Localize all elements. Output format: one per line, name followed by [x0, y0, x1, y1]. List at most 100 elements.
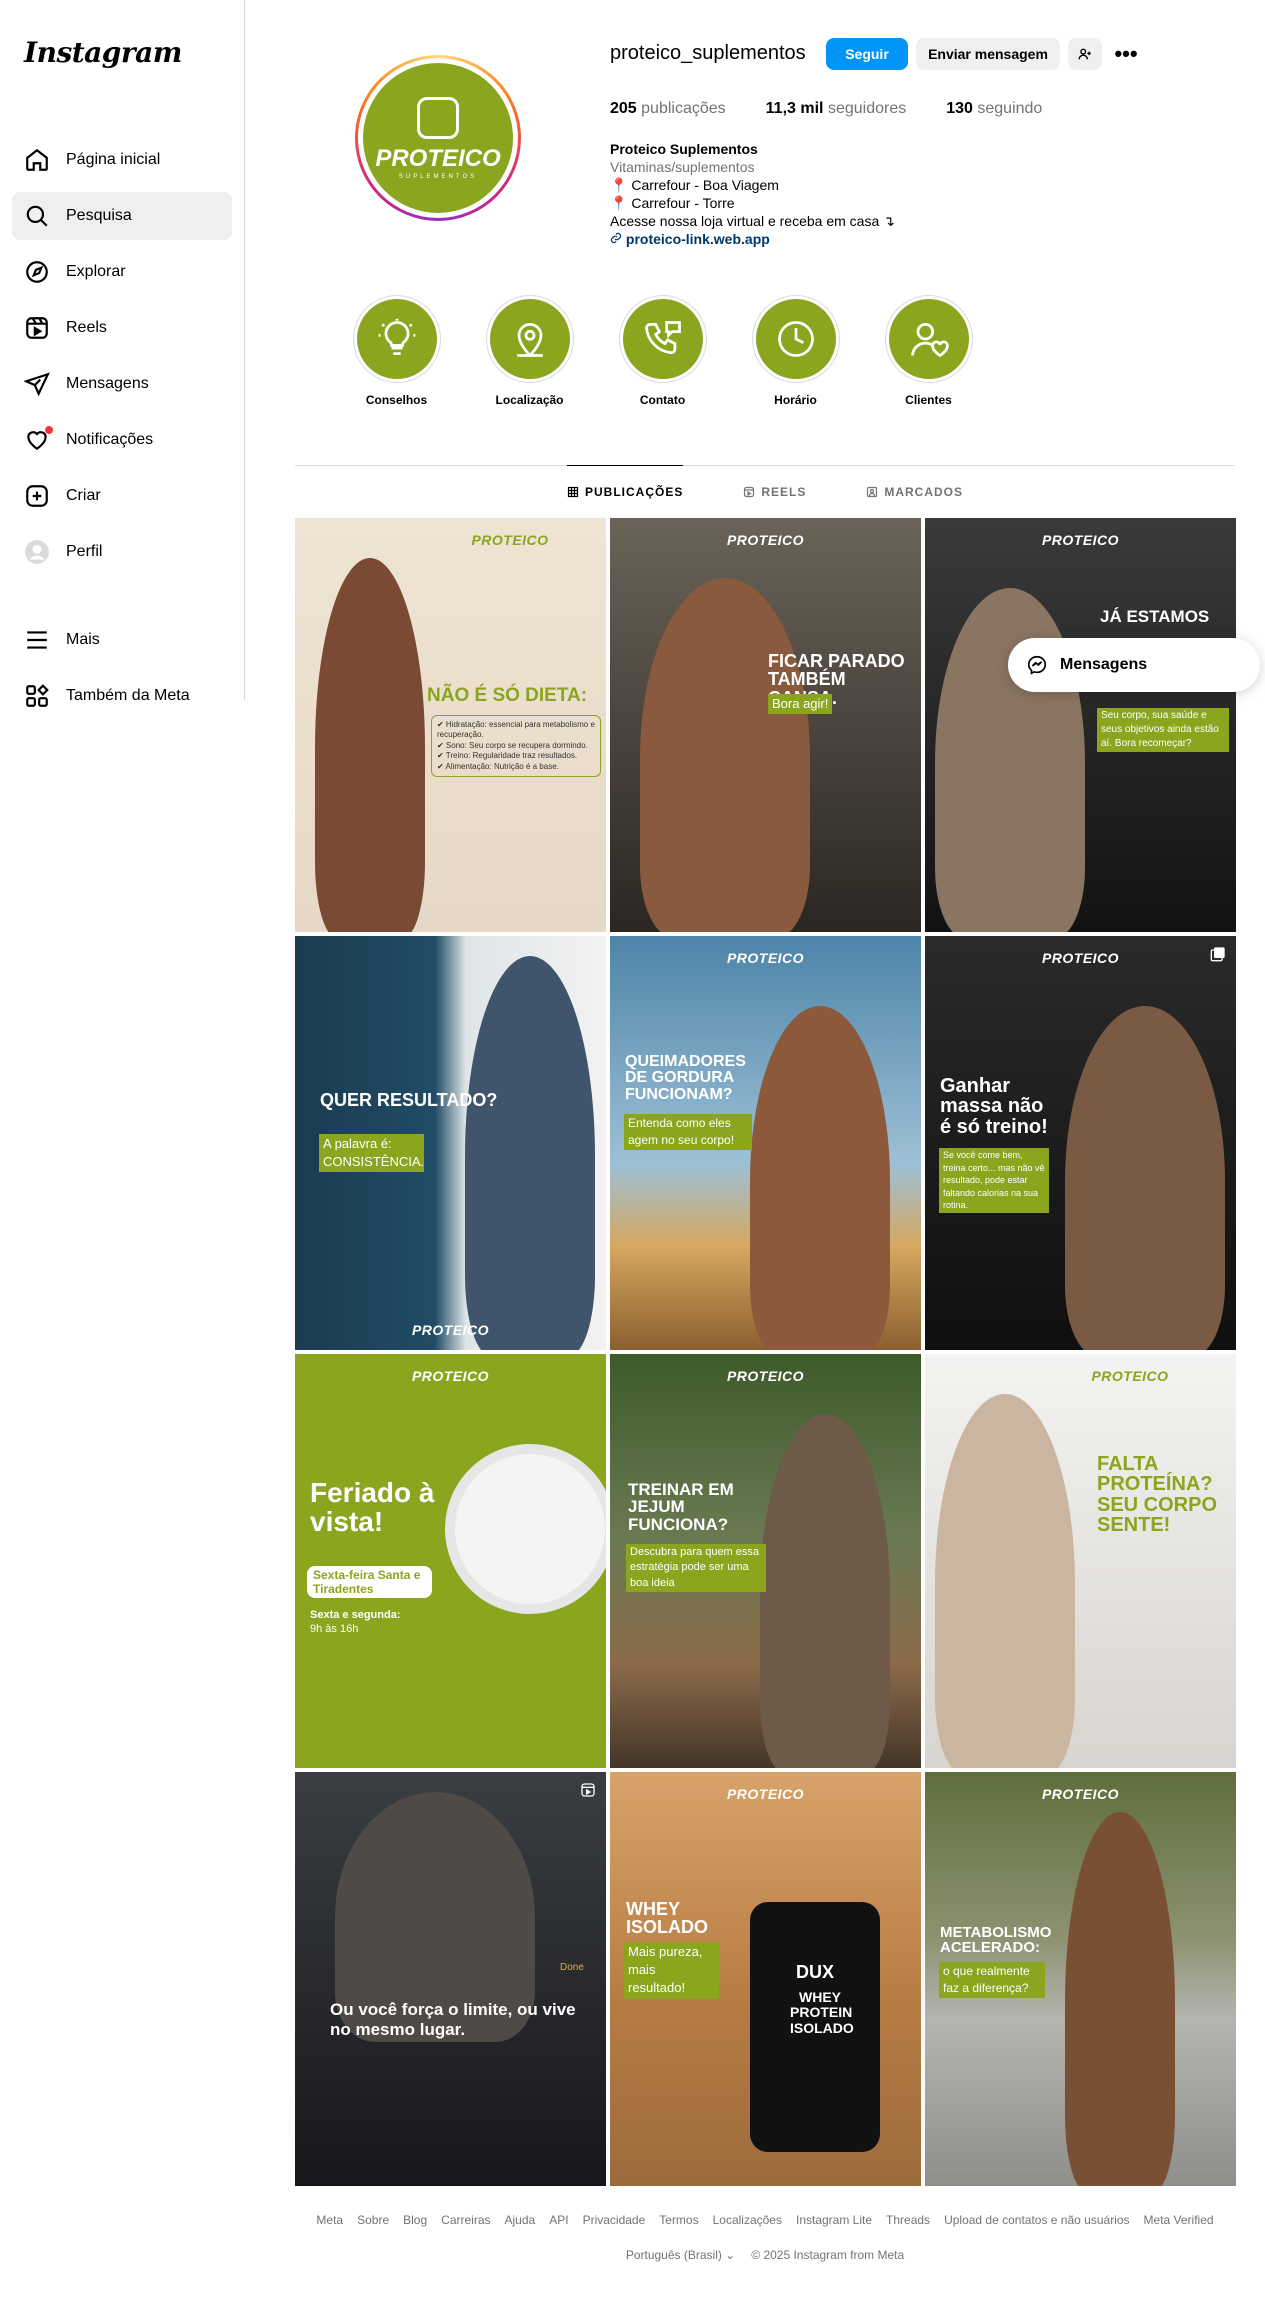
highlight-label: Clientes [905, 393, 952, 407]
post-headline: FALTA PROTEÍNA? SEU CORPO SENTE! [1097, 1453, 1218, 1537]
sidebar-item-profile[interactable]: Perfil [12, 528, 232, 576]
post-tile[interactable]: DUX WHEY PROTEIN ISOLADO PROTEICO WHEY I… [610, 1772, 921, 2186]
post-brand: PROTEICO [726, 1786, 805, 1802]
avatar-brand: PROTEICO [375, 144, 501, 172]
pin-icon: 📍 [610, 177, 628, 193]
messages-floating-button[interactable]: Mensagens [1008, 638, 1260, 692]
footer-link[interactable]: Sobre [357, 2213, 389, 2227]
highlight-horario[interactable]: Horário [729, 295, 862, 407]
footer-link[interactable]: Blog [403, 2213, 427, 2227]
sidebar-item-reels[interactable]: Reels [12, 304, 232, 352]
post-brand: PROTEICO [1041, 532, 1120, 548]
follow-button[interactable]: Seguir [826, 38, 908, 70]
tab-reels[interactable]: REELS [743, 466, 806, 518]
post-tile[interactable]: PROTEICO TREINAR EM JEJUM FUNCIONA? Desc… [610, 1354, 921, 1768]
sidebar: Instagram Página inicial Pesquisa Explor… [0, 0, 245, 707]
post-tile[interactable]: PROTEICO Feriado à vista! Sexta-feira Sa… [295, 1354, 606, 1768]
man-drinking-water-photo [760, 1414, 890, 1768]
home-icon [26, 148, 48, 171]
messenger-icon [1027, 655, 1047, 675]
footer-link[interactable]: Privacidade [583, 2213, 646, 2227]
footer-link[interactable]: Meta Verified [1144, 2213, 1214, 2227]
lightbulb-icon [378, 318, 415, 356]
grid-icon [567, 486, 579, 497]
bio-link[interactable]: proteico-link.web.app [610, 230, 895, 248]
post-headline: Ganhar massa não é só treino! [940, 1075, 1048, 1138]
notification-dot [45, 426, 53, 434]
sidebar-item-notifications[interactable]: Notificações [12, 416, 232, 464]
post-headline: QUEIMADORES DE GORDURA FUNCIONAM? [625, 1053, 746, 1103]
footer-links: Meta Sobre Blog Carreiras Ajuda API Priv… [295, 2213, 1235, 2227]
product-brand: DUX [795, 1962, 834, 1982]
send-message-button[interactable]: Enviar mensagem [916, 38, 1060, 70]
reels-icon [26, 317, 48, 339]
suggested-accounts-button[interactable] [1068, 38, 1102, 70]
sidebar-item-also-from-meta[interactable]: Também da Meta [12, 672, 232, 720]
sidebar-item-label: Mais [66, 631, 100, 648]
man-boxing-photo [465, 956, 595, 1350]
post-tile[interactable]: PROTEICO JÁ ESTAMOS Seu corpo, sua saúde… [925, 518, 1236, 932]
post-brand: PROTEICO [726, 1368, 805, 1384]
footer-link[interactable]: Threads [886, 2213, 930, 2227]
post-done-label: Done [560, 1962, 584, 1973]
sidebar-item-label: Explorar [66, 263, 126, 280]
footer-link[interactable]: Meta [316, 2213, 343, 2227]
footer-link[interactable]: Localizações [713, 2213, 782, 2227]
sidebar-item-more[interactable]: Mais [12, 616, 232, 664]
highlight-conselhos[interactable]: Conselhos [330, 295, 463, 407]
footer-link[interactable]: Instagram Lite [796, 2213, 872, 2227]
sidebar-item-explore[interactable]: Explorar [12, 248, 232, 296]
followers-stat[interactable]: 11,3 mil seguidores [766, 100, 907, 118]
post-tile[interactable]: Done Ou você força o limite, ou vive no … [295, 1772, 606, 2186]
post-tile[interactable]: QUER RESULTADO? A palavra é: CONSISTÊNCI… [295, 936, 606, 1350]
profile-stats: 205 publicações 11,3 mil seguidores 130 … [610, 100, 1042, 118]
post-brand: PROTEICO [726, 950, 805, 966]
bio-line: Acesse nossa loja virtual e receba em ca… [610, 213, 895, 229]
post-tile[interactable]: PROTEICO QUEIMADORES DE GORDURA FUNCIONA… [610, 936, 921, 1350]
woman-lifting-weight-photo [1065, 1006, 1225, 1350]
footer-link[interactable]: Ajuda [505, 2213, 536, 2227]
sidebar-item-messages[interactable]: Mensagens [12, 360, 232, 408]
instagram-logo[interactable]: Instagram [12, 36, 232, 96]
highlight-clientes[interactable]: Clientes [862, 295, 995, 407]
posts-stat: 205 publicações [610, 100, 726, 117]
sidebar-item-home[interactable]: Página inicial [12, 136, 232, 184]
search-icon [26, 205, 48, 227]
footer-link[interactable]: Termos [659, 2213, 698, 2227]
post-tile[interactable]: PROTEICO FALTA PROTEÍNA? SEU CORPO SENTE… [925, 1354, 1236, 1768]
footer-link[interactable]: API [549, 2213, 568, 2227]
options-more-button[interactable]: ••• [1110, 38, 1142, 70]
language-selector[interactable]: Português (Brasil) ⌄ [626, 2248, 735, 2262]
footer-link[interactable]: Carreiras [441, 2213, 490, 2227]
sidebar-item-search[interactable]: Pesquisa [12, 192, 232, 240]
reel-icon [581, 1783, 595, 1797]
post-headline: JÁ ESTAMOS [1100, 607, 1210, 626]
bio-line: 📍 Carrefour - Torre [610, 195, 735, 211]
highlight-contato[interactable]: Contato [596, 295, 729, 407]
profile-username: proteico_suplementos [610, 42, 806, 64]
woman-running-photo [750, 1006, 890, 1350]
phone-chat-icon [644, 321, 681, 355]
post-tile[interactable]: PROTEICO NÃO É SÓ DIETA: ✔ Hidratação: e… [295, 518, 606, 932]
post-tile[interactable]: PROTEICO METABOLISMO ACELERADO: o que re… [925, 1772, 1236, 2186]
tab-publicacoes[interactable]: PUBLICAÇÕES [566, 465, 684, 517]
sidebar-item-label: Pesquisa [66, 207, 132, 224]
alarm-clock-photo [445, 1444, 606, 1614]
clock-icon [777, 321, 814, 357]
profile-category: Vitaminas/suplementos [610, 159, 755, 175]
sidebar-item-create[interactable]: Criar [12, 472, 232, 520]
sidebar-nav: Página inicial Pesquisa Explorar Reels M… [12, 136, 232, 720]
sidebar-item-label: Página inicial [66, 151, 161, 168]
post-headline: Feriado à vista! [310, 1477, 435, 1537]
post-subtext: Bora agir! [768, 694, 833, 715]
highlight-localizacao[interactable]: Localização [463, 295, 596, 407]
sidebar-item-label: Notificações [66, 431, 154, 448]
post-brand: PROTEICO [726, 532, 805, 548]
following-stat[interactable]: 130 seguindo [946, 100, 1042, 118]
post-headline: NÃO É SÓ DIETA: [427, 685, 588, 706]
post-tile[interactable]: PROTEICO FICAR PARADO TAMBÉM CANSA. Bora… [610, 518, 921, 932]
post-tile[interactable]: PROTEICO Ganhar massa não é só treino! S… [925, 936, 1236, 1350]
profile-avatar[interactable]: PROTEICO SUPLEMENTOS [355, 55, 521, 221]
footer-link[interactable]: Upload de contatos e não usuários [944, 2213, 1129, 2227]
tab-marcados[interactable]: MARCADOS [866, 466, 963, 518]
